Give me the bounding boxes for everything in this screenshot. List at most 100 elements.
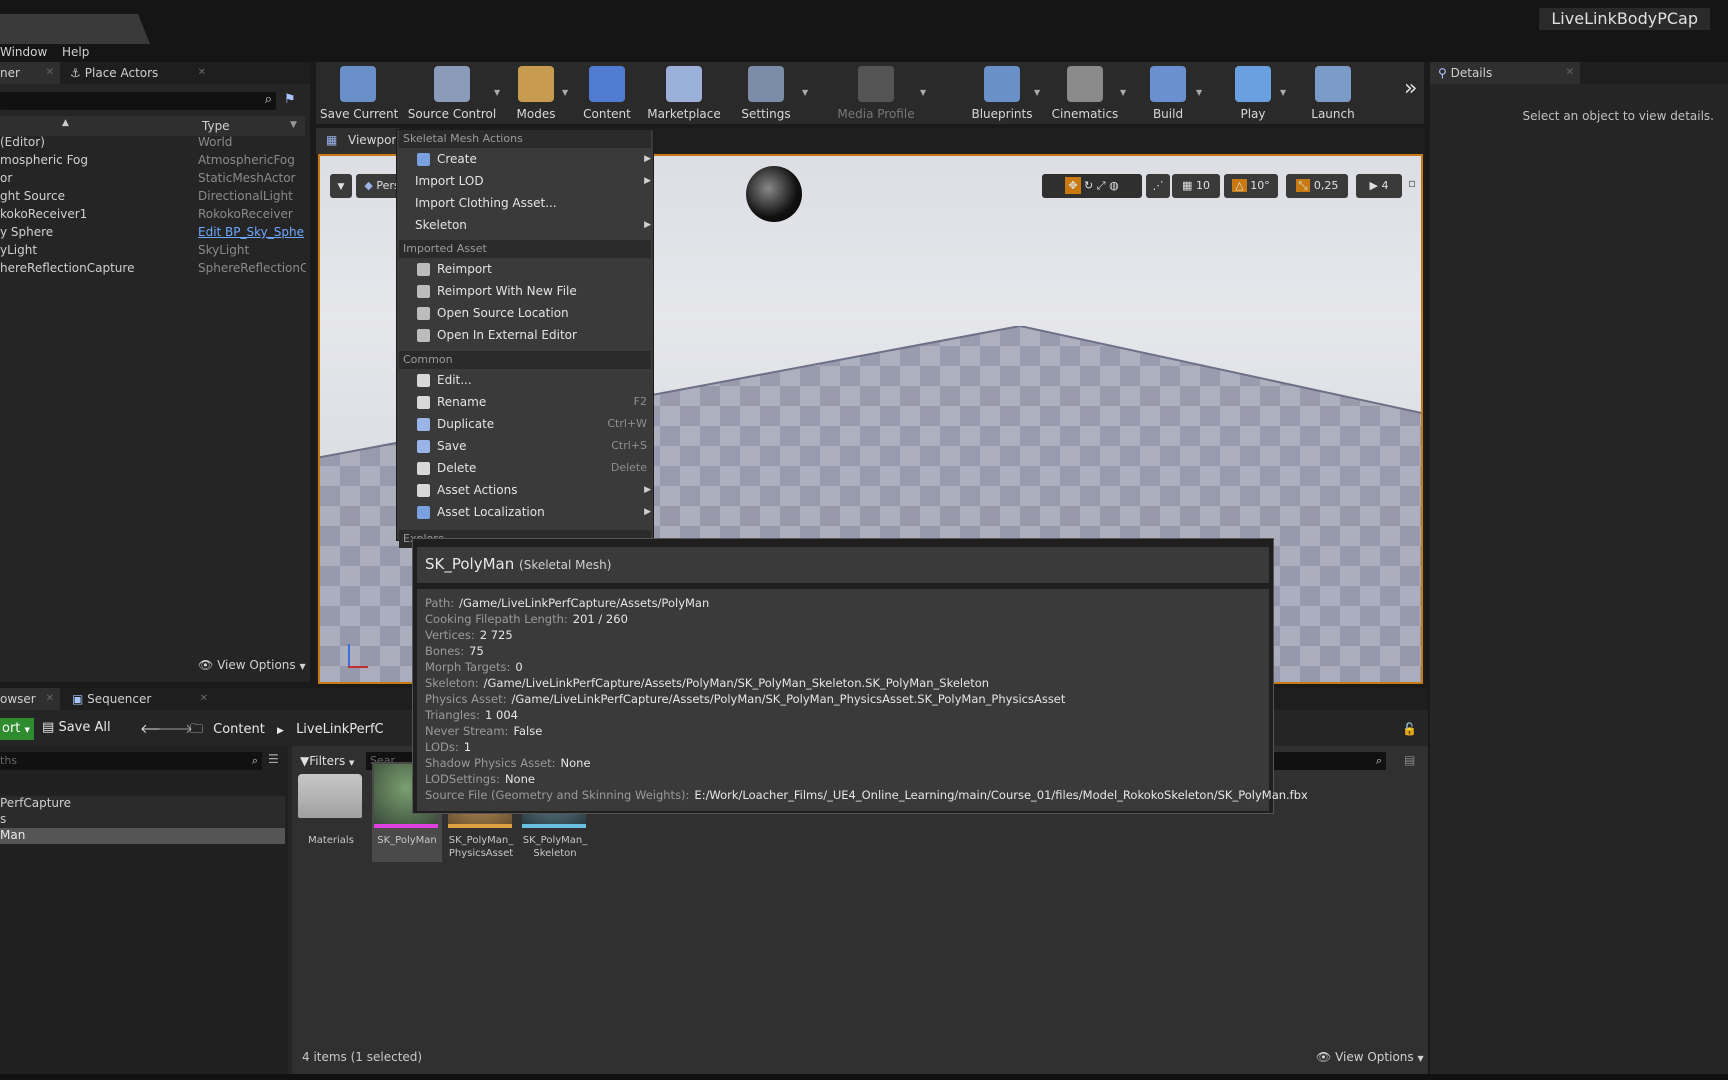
close-icon[interactable]: ✕ xyxy=(46,62,54,84)
tab-world-outliner[interactable]: ner ✕ xyxy=(0,62,60,84)
close-icon[interactable]: ✕ xyxy=(198,62,206,84)
eye-icon: 👁 xyxy=(198,658,214,672)
chevron-down-icon[interactable]: ▼ xyxy=(920,88,926,97)
build-button[interactable]: Build ▼ xyxy=(1134,62,1202,124)
menu-item-rename[interactable]: Rename F2 xyxy=(397,391,653,413)
launch-button[interactable]: Launch xyxy=(1298,62,1368,124)
reimport-new-file-icon xyxy=(417,285,430,298)
viewport-options-button[interactable]: ▼ xyxy=(330,174,352,198)
level-tab[interactable] xyxy=(0,14,150,44)
scale-snap-button[interactable]: ⤡ 0,25 xyxy=(1286,174,1348,198)
column-type[interactable]: Type xyxy=(202,119,230,133)
menu-item-import-clothing-asset[interactable]: Import Clothing Asset... xyxy=(397,192,653,214)
tab-details[interactable]: ⚲ Details ✕ xyxy=(1430,62,1580,84)
asset-view-options[interactable]: 👁 View Options ▼ xyxy=(1316,1050,1424,1064)
tree-item[interactable]: PerfCapture xyxy=(0,796,285,812)
add-filter-icon[interactable]: ⚑ xyxy=(284,92,296,107)
paths-search-input[interactable]: ths ⌕ xyxy=(0,752,262,770)
menu-item-asset-actions[interactable]: Asset Actions ▶ xyxy=(397,479,653,501)
property-value: None xyxy=(504,772,535,786)
column-options-icon[interactable]: ▼ xyxy=(290,120,297,130)
modes-button[interactable]: Modes ▼ xyxy=(504,62,568,124)
outliner-row[interactable]: ght Source DirectionalLight xyxy=(0,187,305,205)
outliner-row[interactable]: mospheric Fog AtmosphericFog xyxy=(0,151,305,169)
menu-item-edit[interactable]: Edit... xyxy=(397,369,653,391)
cinematics-button[interactable]: Cinematics ▼ xyxy=(1044,62,1126,124)
menu-help[interactable]: Help xyxy=(62,45,89,59)
tree-item-selected[interactable]: Man xyxy=(0,828,285,844)
blueprints-button[interactable]: Blueprints ▼ xyxy=(964,62,1040,124)
save-current-button[interactable]: Save Current xyxy=(320,62,398,124)
outliner-view-options[interactable]: 👁 View Options ▼ xyxy=(198,658,306,672)
tab-viewport[interactable]: ▦ Viewport xyxy=(316,128,401,154)
breadcrumb-livelinkperfcapture[interactable]: LiveLinkPerfC xyxy=(296,722,384,737)
marketplace-button[interactable]: Marketplace xyxy=(646,62,722,124)
edit-blueprint-link[interactable]: Edit BP_Sky_Sphe xyxy=(198,223,306,241)
menu-item-asset-localization[interactable]: Asset Localization ▶ xyxy=(397,501,653,523)
outliner-row[interactable]: hereReflectionCapture SphereReflectionCa xyxy=(0,259,306,277)
scale-icon[interactable]: ⤢ xyxy=(1097,179,1106,192)
menu-item-import-lod[interactable]: Import LOD ▶ xyxy=(397,170,653,192)
menu-item-delete[interactable]: Delete Delete xyxy=(397,457,653,479)
chevron-down-icon[interactable]: ▼ xyxy=(1034,88,1040,97)
source-control-button[interactable]: Source Control ▼ xyxy=(404,62,500,124)
surface-snap-button[interactable]: ⋰ xyxy=(1146,174,1170,198)
breadcrumb-content[interactable]: Content xyxy=(213,722,265,737)
maximize-icon[interactable]: ▫ xyxy=(1408,176,1416,190)
world-space-icon[interactable]: ◍ xyxy=(1109,179,1119,192)
settings-button[interactable]: Settings ▼ xyxy=(724,62,808,124)
save-search-icon[interactable]: ▤ xyxy=(1404,753,1415,767)
property-key: Bones: xyxy=(425,644,465,658)
outliner-row[interactable]: (Editor) World xyxy=(0,133,305,151)
chevron-down-icon[interactable]: ▼ xyxy=(494,88,500,97)
transform-tools[interactable]: ✥ ↻ ⤢ ◍ xyxy=(1042,174,1142,198)
translate-icon[interactable]: ✥ xyxy=(1065,177,1081,194)
tree-item[interactable]: s xyxy=(0,812,285,828)
tab-sequencer[interactable]: ▣ Sequencer ✕ xyxy=(64,688,214,710)
menu-item-reimport[interactable]: Reimport xyxy=(397,258,653,280)
save-all-button[interactable]: ▤ Save All xyxy=(42,720,111,735)
forward-arrow-icon[interactable]: 🡒 xyxy=(158,721,193,737)
scale-snap-icon: ⤡ xyxy=(1295,179,1311,192)
content-button[interactable]: Content xyxy=(576,62,638,124)
asset-tile-folder[interactable]: Materials xyxy=(296,762,366,862)
outliner-row[interactable]: or StaticMeshActor xyxy=(0,169,305,187)
property-value: /Game/LiveLinkPerfCapture/Assets/PolyMan… xyxy=(511,692,1066,706)
menu-item-duplicate[interactable]: Duplicate Ctrl+W xyxy=(397,413,653,435)
grid-snap-button[interactable]: ▦ 10 xyxy=(1172,174,1220,198)
toolbar-overflow-icon[interactable]: » xyxy=(1404,76,1417,101)
list-view-icon[interactable]: ☰ xyxy=(268,752,279,766)
chevron-right-icon[interactable]: ▶ xyxy=(277,726,284,736)
menu-item-create[interactable]: Create ▶ xyxy=(397,148,653,170)
menu-item-open-in-external-editor[interactable]: Open In External Editor xyxy=(397,324,653,346)
menu-item-reimport-with-new-file[interactable]: Reimport With New File xyxy=(397,280,653,302)
outliner-row[interactable]: kokoReceiver1 RokokoReceiver xyxy=(0,205,305,223)
close-icon[interactable]: ✕ xyxy=(200,688,208,710)
outliner-search-input[interactable]: ⌕ xyxy=(0,92,276,110)
menu-window[interactable]: Window xyxy=(0,45,47,59)
sort-arrow-icon[interactable]: ▲ xyxy=(62,118,69,128)
close-icon[interactable]: ✕ xyxy=(1566,62,1574,84)
rotate-icon[interactable]: ↻ xyxy=(1084,179,1093,192)
chevron-down-icon[interactable]: ▼ xyxy=(802,88,808,97)
tab-content-browser[interactable]: owser ✕ xyxy=(0,688,60,710)
chevron-down-icon[interactable]: ▼ xyxy=(1120,88,1126,97)
chevron-down-icon[interactable]: ▼ xyxy=(562,88,568,97)
menu-item-open-source-location[interactable]: Open Source Location xyxy=(397,302,653,324)
play-button[interactable]: Play ▼ xyxy=(1220,62,1286,124)
close-icon[interactable]: ✕ xyxy=(46,688,54,710)
lock-icon[interactable]: 🔓 xyxy=(1402,722,1417,736)
outliner-row[interactable]: y Sphere Edit BP_Sky_Sphe xyxy=(0,223,305,241)
tab-place-actors[interactable]: ⚓ Place Actors ✕ xyxy=(62,62,212,84)
camera-speed-button[interactable]: ▶ 4 xyxy=(1356,174,1402,198)
menu-item-save[interactable]: Save Ctrl+S xyxy=(397,435,653,457)
chevron-down-icon[interactable]: ▼ xyxy=(1280,88,1286,97)
outliner-row[interactable]: yLight SkyLight xyxy=(0,241,305,259)
sky-sphere-gizmo[interactable] xyxy=(746,166,802,222)
submenu-arrow-icon: ▶ xyxy=(644,507,651,517)
menu-item-skeleton[interactable]: Skeleton ▶ xyxy=(397,214,653,236)
import-button[interactable]: ort ▼ xyxy=(0,718,34,740)
rotation-snap-button[interactable]: △ 10° xyxy=(1224,174,1278,198)
chevron-down-icon[interactable]: ▼ xyxy=(1196,88,1202,97)
media-profile-button[interactable]: Media Profile ▼ xyxy=(826,62,926,124)
